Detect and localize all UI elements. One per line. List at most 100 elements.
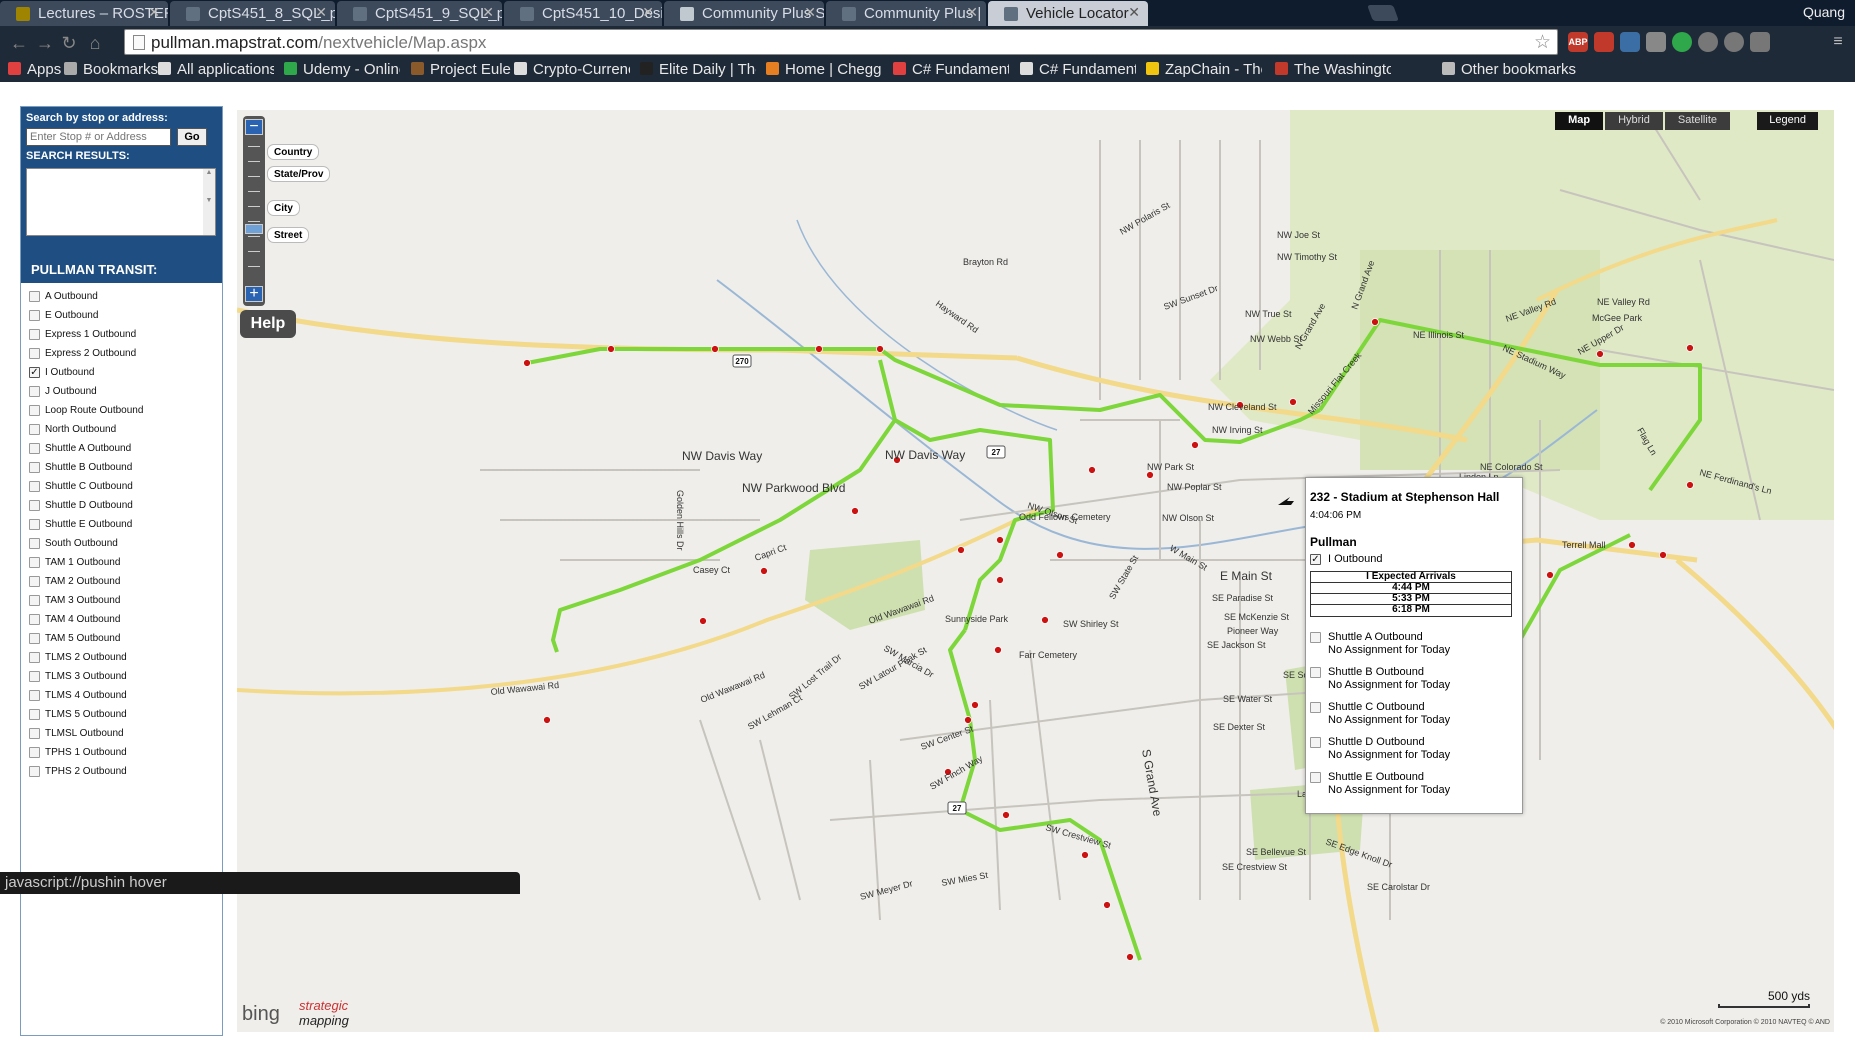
route-checkbox[interactable] <box>29 766 40 777</box>
bus-stop-marker[interactable] <box>1289 398 1297 406</box>
route-item[interactable]: ✓ I Outbound <box>29 363 214 382</box>
browser-tab[interactable]: Lectures – ROSTER- ✕ <box>0 1 168 26</box>
route-checkbox[interactable] <box>29 310 40 321</box>
shuttle-toggle[interactable]: Shuttle B Outbound No Assignment for Toda… <box>1310 666 1518 691</box>
route-item[interactable]: TLMSL Outbound <box>29 724 214 743</box>
route-item[interactable]: TAM 3 Outbound <box>29 591 214 610</box>
bus-stop-marker[interactable] <box>851 507 859 515</box>
route-item[interactable]: Loop Route Outbound <box>29 401 214 420</box>
route-item[interactable]: South Outbound <box>29 534 214 553</box>
bus-stop-marker[interactable] <box>1628 541 1636 549</box>
bookmark-other[interactable]: Other bookmarks <box>1442 61 1576 78</box>
route-checkbox[interactable]: ✓ <box>29 367 40 378</box>
extension-icon[interactable] <box>1724 32 1744 52</box>
bookmark-zapchain[interactable]: ZapChain - The w <box>1146 61 1262 78</box>
route-item[interactable]: TAM 2 Outbound <box>29 572 214 591</box>
close-icon[interactable]: ✕ <box>966 4 978 21</box>
route-checkbox[interactable] <box>29 443 40 454</box>
scrollbar[interactable]: ▲ ▼ <box>203 169 215 235</box>
shuttle-toggle[interactable]: Shuttle C Outbound No Assignment for Toda… <box>1310 701 1518 726</box>
route-item[interactable]: A Outbound <box>29 287 214 306</box>
bus-stop-marker[interactable] <box>876 345 884 353</box>
shuttle-toggle[interactable]: Shuttle E Outbound No Assignment for Toda… <box>1310 771 1518 796</box>
bus-stop-marker[interactable] <box>1041 616 1049 624</box>
extension-icon[interactable] <box>1750 32 1770 52</box>
map-type-map-button[interactable]: Map <box>1555 112 1604 130</box>
stop-search-input[interactable] <box>26 128 171 146</box>
route-item[interactable]: Shuttle C Outbound <box>29 477 214 496</box>
route-checkbox[interactable] <box>29 386 40 397</box>
route-checkbox[interactable] <box>29 652 40 663</box>
extension-icon[interactable] <box>1594 32 1614 52</box>
zoom-out-button[interactable]: − <box>245 119 263 135</box>
route-checkbox[interactable] <box>29 519 40 530</box>
vehicle-arrow-icon[interactable] <box>1278 497 1294 505</box>
route-toggle[interactable]: ✓ I Outbound <box>1310 553 1518 565</box>
route-item[interactable]: Express 1 Outbound <box>29 325 214 344</box>
route-checkbox[interactable] <box>29 500 40 511</box>
route-checkbox[interactable] <box>29 633 40 644</box>
route-checkbox[interactable] <box>29 538 40 549</box>
legend-button[interactable]: Legend <box>1757 112 1818 130</box>
home-icon[interactable]: ⌂ <box>84 32 106 54</box>
bus-stop-marker[interactable] <box>1371 318 1379 326</box>
bookmark-all-applications[interactable]: All applications <box>158 61 274 78</box>
shuttle-toggle[interactable]: Shuttle D Outbound No Assignment for Toda… <box>1310 736 1518 761</box>
route-checkbox[interactable] <box>29 728 40 739</box>
bookmark-project-euler[interactable]: Project Euler <box>411 61 511 78</box>
route-item[interactable]: Express 2 Outbound <box>29 344 214 363</box>
bookmark-elite-daily[interactable]: Elite Daily | The C <box>640 61 756 78</box>
bookmark-udemy[interactable]: Udemy - Online C <box>284 61 400 78</box>
bookmark-bookmarks[interactable]: Bookmarks <box>64 61 158 78</box>
zoom-level-city[interactable]: City <box>267 200 300 216</box>
checkbox[interactable] <box>1310 737 1321 748</box>
menu-icon[interactable]: ≡ <box>1828 32 1848 52</box>
map-type-hybrid-button[interactable]: Hybrid <box>1605 112 1663 130</box>
route-item[interactable]: TLMS 4 Outbound <box>29 686 214 705</box>
route-item[interactable]: North Outbound <box>29 420 214 439</box>
route-item[interactable]: TLMS 3 Outbound <box>29 667 214 686</box>
zoom-control[interactable]: − + <box>243 116 265 306</box>
browser-tab-active[interactable]: Vehicle Locator ✕ <box>988 1 1148 26</box>
bus-stop-marker[interactable] <box>971 701 979 709</box>
close-icon[interactable]: ✕ <box>1128 4 1140 21</box>
bus-stop-marker[interactable] <box>1146 471 1154 479</box>
extension-icon[interactable] <box>1646 32 1666 52</box>
shuttle-toggle[interactable]: Shuttle A Outbound No Assignment for Toda… <box>1310 631 1518 656</box>
bus-stop-marker[interactable] <box>1056 551 1064 559</box>
route-item[interactable]: TPHS 2 Outbound <box>29 762 214 781</box>
bus-stop-marker[interactable] <box>523 359 531 367</box>
checkbox[interactable] <box>1310 632 1321 643</box>
back-icon[interactable]: ← <box>8 32 30 54</box>
checkbox[interactable] <box>1310 702 1321 713</box>
address-bar[interactable]: pullman.mapstrat.com/nextvehicle/Map.asp… <box>124 29 1558 55</box>
bus-stop-marker[interactable] <box>1596 350 1604 358</box>
browser-tab[interactable]: Community Plus | Ro ✕ <box>826 1 986 26</box>
bus-stop-marker[interactable] <box>1686 481 1694 489</box>
bus-stop-marker[interactable] <box>607 345 615 353</box>
route-item[interactable]: TLMS 5 Outbound <box>29 705 214 724</box>
bus-stop-marker[interactable] <box>1546 571 1554 579</box>
route-item[interactable]: TPHS 1 Outbound <box>29 743 214 762</box>
close-icon[interactable]: ✕ <box>148 4 160 21</box>
search-results-list[interactable]: ▲ ▼ <box>26 168 216 236</box>
route-checkbox[interactable] <box>29 481 40 492</box>
forward-icon[interactable]: → <box>34 32 56 54</box>
route-item[interactable]: Shuttle E Outbound <box>29 515 214 534</box>
bus-stop-marker[interactable] <box>1081 851 1089 859</box>
route-checkbox[interactable] <box>29 671 40 682</box>
reload-icon[interactable]: ↻ <box>58 32 80 54</box>
route-checkbox[interactable] <box>29 690 40 701</box>
browser-tab[interactable]: CptS451_10_Design ✕ <box>504 1 662 26</box>
route-checkbox[interactable] <box>29 709 40 720</box>
route-item[interactable]: TAM 4 Outbound <box>29 610 214 629</box>
profile-name[interactable]: Quang <box>1803 4 1845 20</box>
bus-stop-marker[interactable] <box>964 716 972 724</box>
extension-icon[interactable] <box>1620 32 1640 52</box>
map-type-satellite-button[interactable]: Satellite <box>1664 112 1730 130</box>
close-icon[interactable]: ✕ <box>642 4 654 21</box>
route-item[interactable]: J Outbound <box>29 382 214 401</box>
route-checkbox[interactable] <box>29 595 40 606</box>
checkbox[interactable] <box>1310 772 1321 783</box>
bus-stop-marker[interactable] <box>1088 466 1096 474</box>
